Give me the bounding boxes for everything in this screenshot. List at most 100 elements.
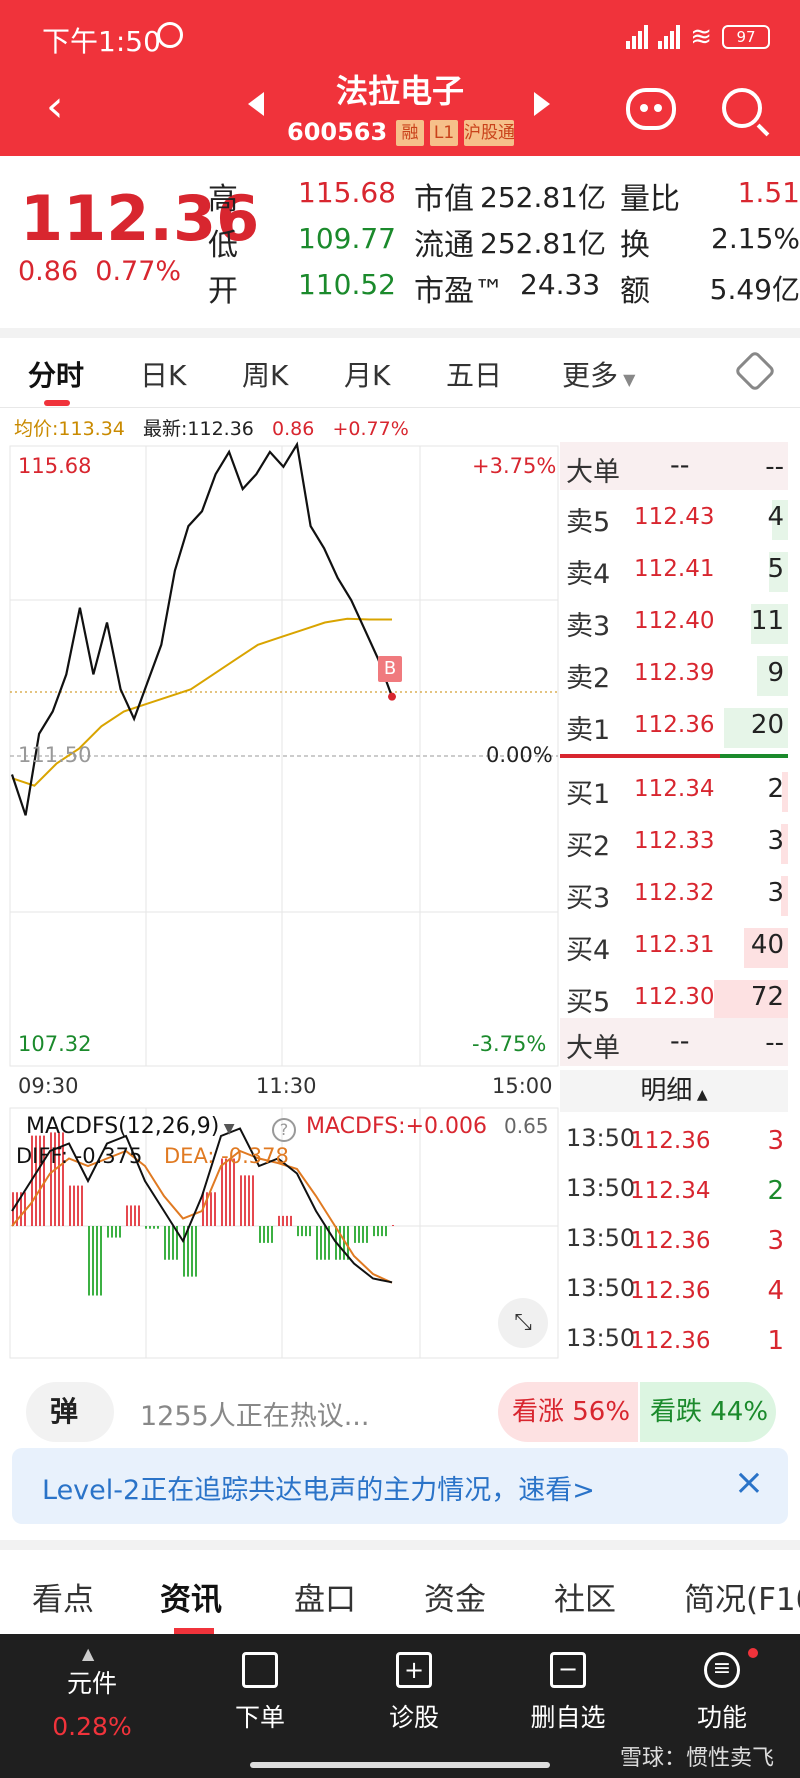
- macd-histogram-bar: [100, 1226, 102, 1296]
- big-order-row-top: 大单 -- --: [560, 442, 788, 490]
- time-mid-label: 11:30: [256, 1074, 317, 1098]
- bid-volume: 40: [750, 930, 784, 960]
- bullish-button[interactable]: 看涨 56%: [498, 1382, 638, 1442]
- bid-ask-divider: [720, 754, 788, 758]
- macd-histogram-bar: [320, 1226, 322, 1260]
- banner-text: Level-2正在追踪共达电声的主力情况，速看>: [42, 1475, 595, 1506]
- macd-histogram-bar: [195, 1226, 197, 1277]
- order-button[interactable]: 下单: [190, 1634, 330, 1778]
- macd-histogram-bar: [259, 1226, 261, 1243]
- big-order-dash-2: --: [765, 1028, 784, 1058]
- status-time: 下午1:50: [42, 25, 161, 58]
- component-button[interactable]: ▲ 元件 0.28%: [22, 1634, 162, 1778]
- chart-tabs: 分时 日K 周K 月K 五日 更多 ▼: [0, 338, 800, 408]
- level2-banner[interactable]: Level-2正在追踪共达电声的主力情况，速看> ×: [12, 1448, 788, 1524]
- intraday-info-line: 均价:113.34 最新:112.36 0.86 +0.77%: [14, 414, 409, 441]
- macd-histogram-bar: [172, 1226, 174, 1260]
- bid-volume: 3: [767, 878, 784, 908]
- prev-stock-button[interactable]: [248, 92, 264, 116]
- bid-volume: 3: [767, 826, 784, 856]
- diagnose-icon: +: [396, 1652, 432, 1688]
- alarm-icon: [157, 22, 183, 48]
- macd-histogram-bar: [354, 1226, 356, 1243]
- ask-row: 卖3 112.40 11: [560, 596, 788, 644]
- intraday-chart[interactable]: 115.68 107.32 111.50 +3.75% -3.75% 0.00%…: [0, 440, 560, 1360]
- back-button[interactable]: ‹: [46, 82, 86, 132]
- tab-highlights[interactable]: 看点: [32, 1574, 94, 1619]
- trade-price: 112.36: [630, 1228, 711, 1254]
- detail-header[interactable]: 明细 ▲: [560, 1070, 788, 1112]
- trade-row: 13:50 112.34 2: [560, 1166, 788, 1214]
- open-label: 开: [208, 274, 238, 309]
- margin-tag: 融: [396, 120, 424, 146]
- trade-row: 13:50 112.36 3: [560, 1116, 788, 1164]
- tab-daily-k[interactable]: 日K: [140, 354, 186, 394]
- diagnose-button[interactable]: + 诊股: [344, 1634, 484, 1778]
- bearish-button[interactable]: 看跌 44%: [640, 1382, 776, 1442]
- next-stock-button[interactable]: [534, 92, 550, 116]
- discussion-count[interactable]: 1255人正在热议...: [140, 1394, 369, 1433]
- macd-value: MACDFS:+0.006: [306, 1114, 488, 1139]
- macd-histogram-bar: [153, 1226, 155, 1229]
- tab-intraday[interactable]: 分时: [28, 354, 84, 394]
- home-indicator[interactable]: [250, 1762, 550, 1768]
- tab-monthly-k[interactable]: 月K: [344, 354, 390, 394]
- bid-label: 买2: [566, 831, 611, 862]
- trade-price: 112.34: [630, 1178, 711, 1204]
- bid-ask-divider: [560, 754, 720, 758]
- order-icon: [242, 1652, 278, 1688]
- macd-histogram-bar: [244, 1175, 246, 1226]
- change-amount: 0.86: [18, 256, 79, 287]
- macd-histogram-bar: [214, 1192, 216, 1226]
- open-value: 110.52: [298, 268, 396, 301]
- remove-watchlist-button[interactable]: − 删自选: [498, 1634, 638, 1778]
- macd-title[interactable]: MACDFS(12,26,9) ▼: [26, 1114, 235, 1139]
- tab-handicap[interactable]: 盘口: [294, 1574, 356, 1619]
- ask-volume: 5: [767, 554, 784, 584]
- robot-assistant-icon[interactable]: [626, 88, 676, 130]
- search-icon[interactable]: [722, 88, 762, 128]
- big-order-row-bottom: 大单 -- --: [560, 1018, 788, 1066]
- function-label: 功能: [696, 1703, 747, 1732]
- trade-price: 112.36: [630, 1128, 711, 1154]
- macd-histogram-bar: [69, 1185, 71, 1226]
- turnover-label: 换: [620, 228, 650, 263]
- latest-change: 0.86: [272, 418, 315, 440]
- y-min-label: 107.32: [18, 1032, 92, 1056]
- macd-histogram-bar: [96, 1226, 98, 1296]
- trade-time: 13:50: [566, 1124, 636, 1152]
- big-order-dash: --: [670, 1026, 690, 1057]
- tab-five-day[interactable]: 五日: [446, 354, 502, 394]
- tab-news[interactable]: 资讯: [160, 1574, 222, 1619]
- info-tabs: 看点 资讯 盘口 资金 社区 简况(F10: [0, 1550, 800, 1634]
- danmu-button[interactable]: 弹: [26, 1382, 114, 1442]
- macd-histogram-bar: [233, 1158, 235, 1226]
- trade-volume: 4: [767, 1276, 784, 1306]
- connect-tag: 沪股通: [464, 120, 514, 146]
- macd-histogram-bar: [107, 1226, 109, 1238]
- wifi-icon: ≋: [690, 22, 712, 52]
- close-icon[interactable]: ×: [734, 1462, 764, 1503]
- diff-label: DIFF: -0.375: [16, 1144, 143, 1168]
- tab-more[interactable]: 更多 ▼: [562, 354, 635, 394]
- tab-community[interactable]: 社区: [554, 1574, 616, 1619]
- buy-marker[interactable]: B: [378, 656, 402, 682]
- trade-time: 13:50: [566, 1174, 636, 1202]
- macd-histogram-bar: [191, 1226, 193, 1277]
- latest-point: [388, 692, 396, 701]
- signal-icon-2: [658, 25, 681, 49]
- sort-icon: ▲: [692, 1087, 708, 1103]
- macd-histogram-bar: [362, 1226, 364, 1243]
- macd-histogram-bar: [126, 1205, 128, 1226]
- tab-profile[interactable]: 简况(F10: [684, 1574, 800, 1619]
- chart-canvas: [9, 441, 559, 1359]
- menu-icon: ≡: [704, 1652, 740, 1688]
- macd-histogram-bar: [305, 1226, 307, 1237]
- help-icon[interactable]: ?: [272, 1118, 296, 1142]
- turnover-value: 2.15%: [711, 222, 800, 255]
- tab-weekly-k[interactable]: 周K: [242, 354, 288, 394]
- tab-capital[interactable]: 资金: [424, 1574, 486, 1619]
- bid-label: 买1: [566, 779, 611, 810]
- fullscreen-button[interactable]: ⤡: [498, 1298, 548, 1348]
- macd-top-label: 0.65: [504, 1114, 549, 1138]
